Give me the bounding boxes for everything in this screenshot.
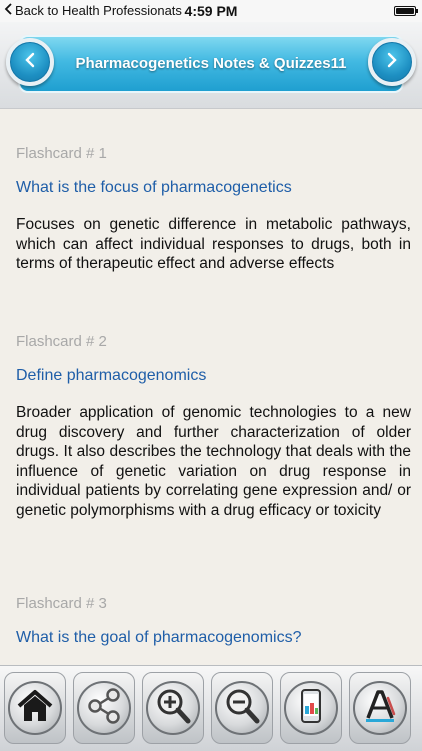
flashcard-answer: Focuses on genetic difference in metabol… [16,216,411,272]
flashcard-list[interactable]: Flashcard # 1 What is the focus of pharm… [0,109,422,665]
font-style-button[interactable] [349,672,411,744]
home-icon [15,686,55,731]
zoom-in-icon [153,686,193,731]
flashcard-number: Flashcard # 1 [16,145,107,162]
home-button[interactable] [4,672,66,744]
flashcard-2: Flashcard # 2 Define pharmacogenomics Br… [16,333,411,520]
flashcard-1: Flashcard # 1 What is the focus of pharm… [16,145,411,274]
zoom-in-button[interactable] [142,672,204,744]
battery-icon [394,6,418,16]
flashcard-answer: Broader application of genomic technolog… [16,404,411,519]
header-bar: Pharmacogenetics Notes & Quizzes11 [0,22,422,109]
flashcard-3: Flashcard # 3 What is the goal of pharma… [16,595,411,647]
flashcard-number: Flashcard # 2 [16,333,107,350]
font-style-icon [360,686,400,731]
flashcard-question: What is the focus of pharmacogenetics [16,179,292,196]
phone-app-icon [291,686,331,731]
bottom-toolbar [0,665,422,751]
share-button[interactable] [73,672,135,744]
flashcard-question: Define pharmacogenomics [16,367,207,384]
status-time: 4:59 PM [184,3,238,19]
flashcard-question: What is the goal of pharmacogenomics? [16,629,302,646]
title-banner: Pharmacogenetics Notes & Quizzes11 [18,35,404,93]
chevron-left-icon [23,51,37,74]
chevron-right-icon [385,51,399,74]
previous-button[interactable] [6,38,54,86]
share-icon [84,686,124,731]
page-title: Pharmacogenetics Notes & Quizzes11 [75,55,347,72]
zoom-out-button[interactable] [211,672,273,744]
app-button[interactable] [280,672,342,744]
flashcard-number: Flashcard # 3 [16,595,107,612]
zoom-out-icon [222,686,262,731]
status-bar: Back to Health Professionats 4:59 PM [0,0,422,22]
next-button[interactable] [368,38,416,86]
